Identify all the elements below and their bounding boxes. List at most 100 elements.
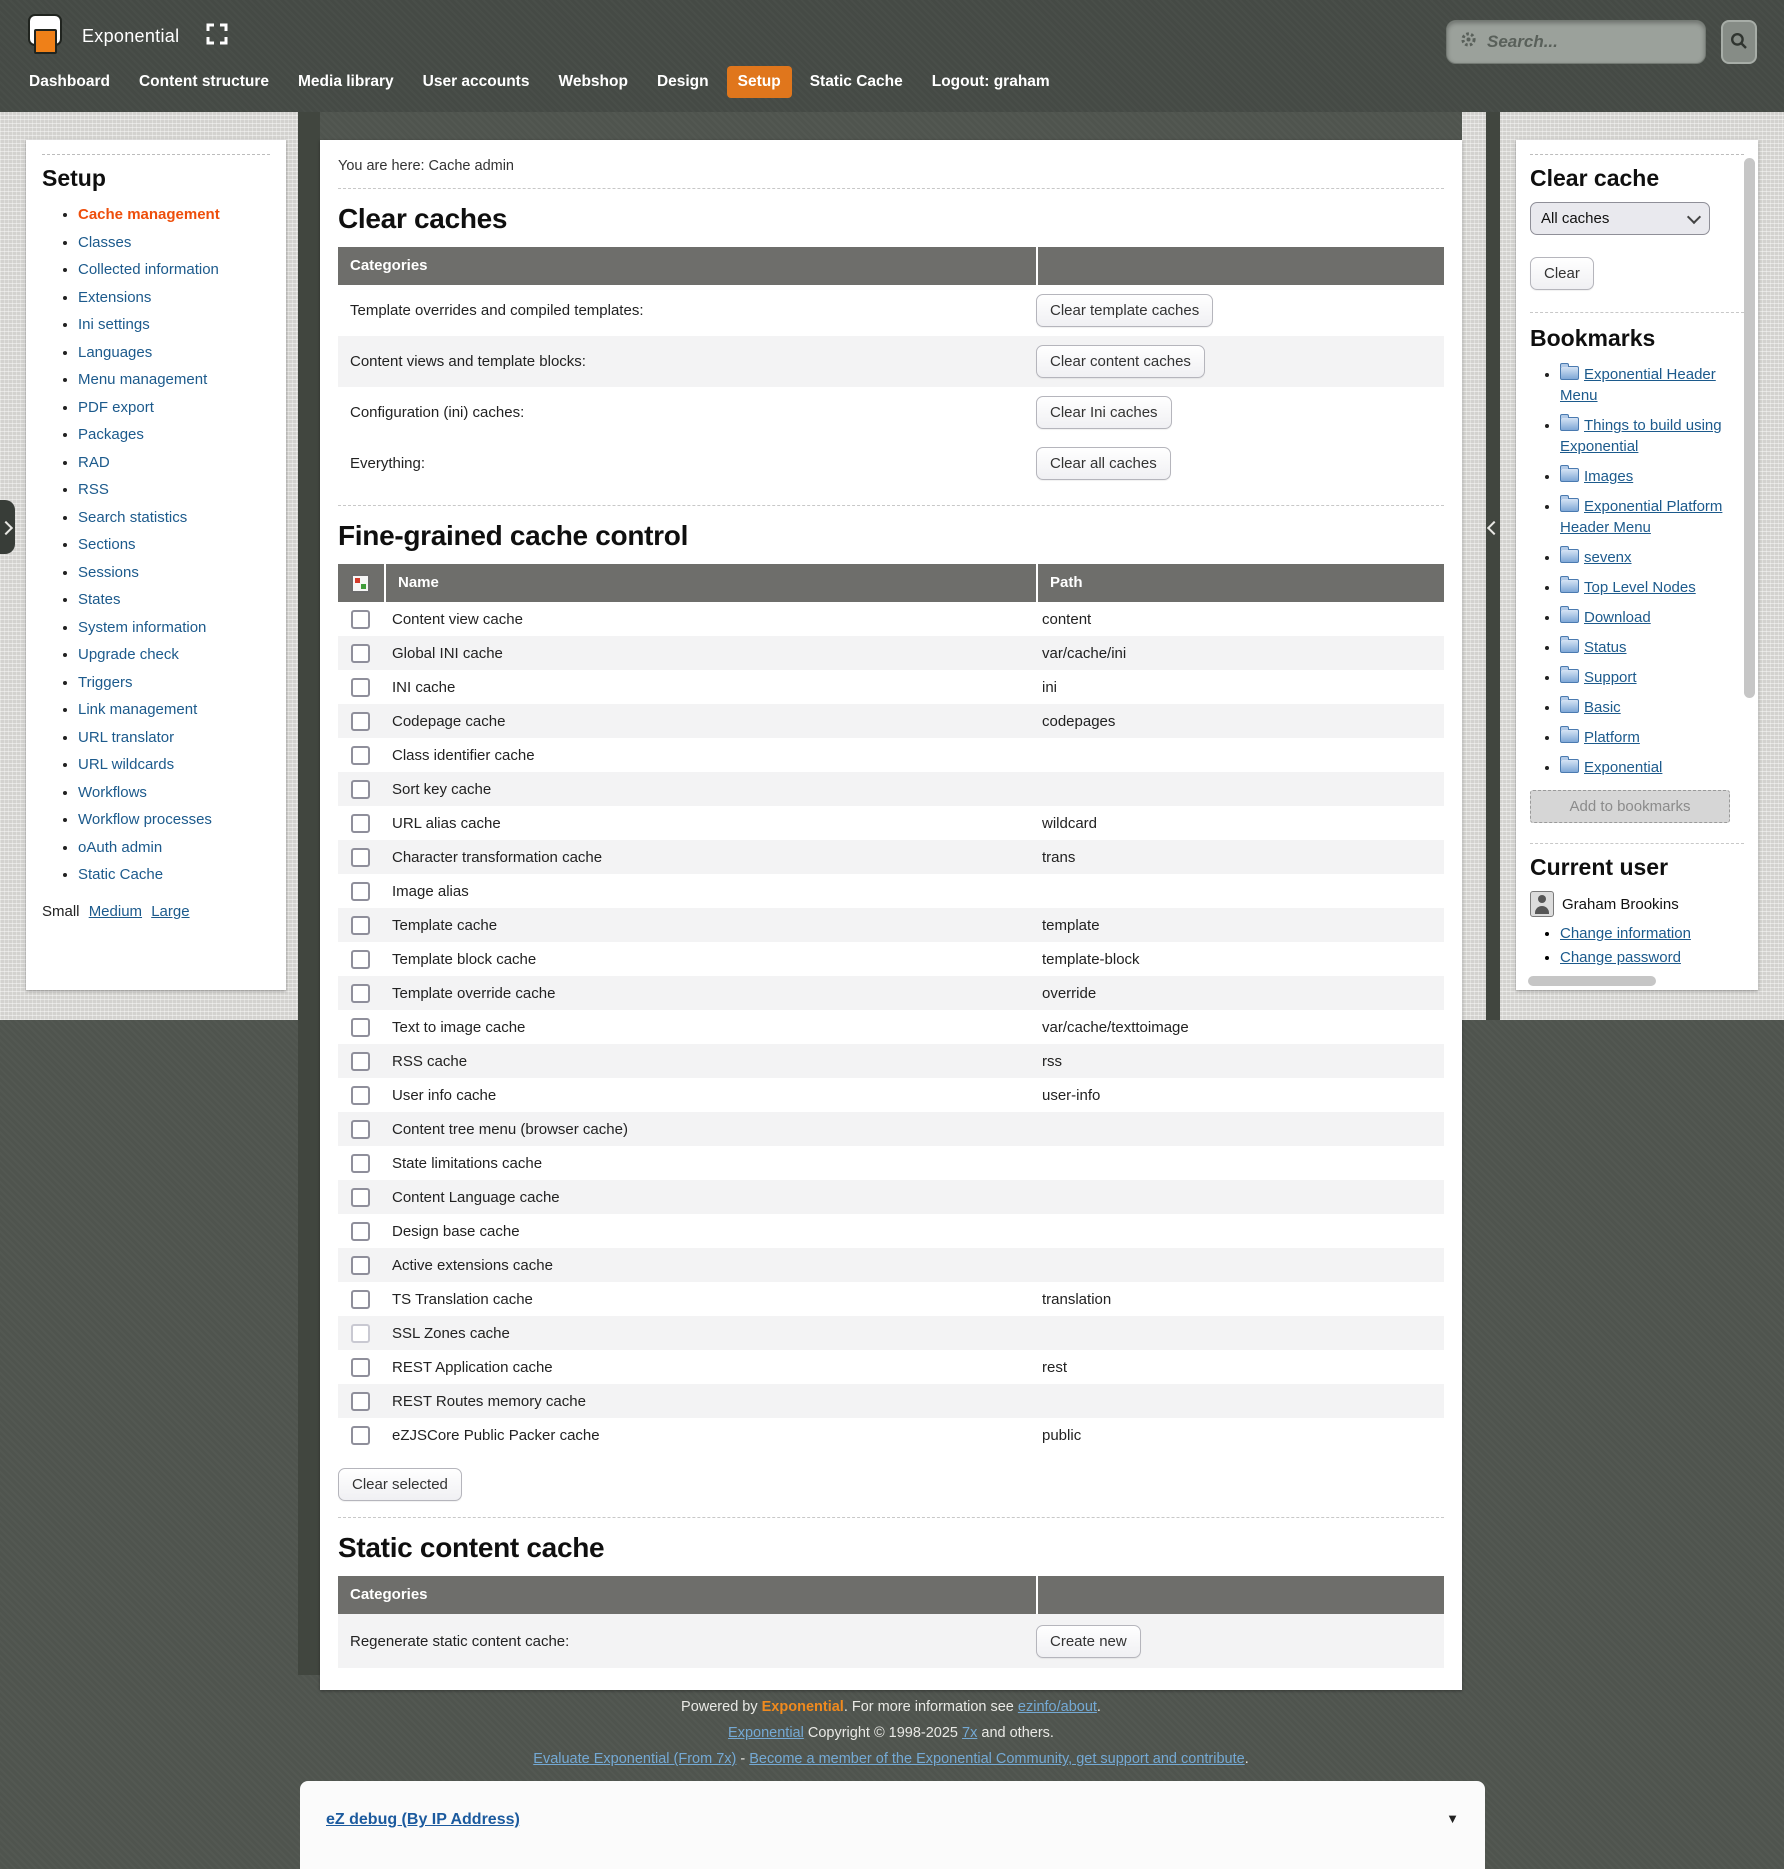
- sidebar-menu-link[interactable]: Classes: [78, 234, 131, 251]
- search-button[interactable]: [1721, 20, 1757, 64]
- sidebar-menu-link[interactable]: Languages: [78, 344, 152, 361]
- row-checkbox[interactable]: [351, 848, 370, 867]
- nav-item[interactable]: User accounts: [412, 66, 541, 98]
- brand-row: Exponential: [26, 16, 229, 56]
- row-checkbox[interactable]: [351, 984, 370, 1003]
- nav-item[interactable]: Logout: graham: [921, 66, 1061, 98]
- ez-debug-title-link[interactable]: eZ debug (By IP Address): [326, 1811, 520, 1828]
- sidebar-menu-link[interactable]: Static Cache: [78, 866, 163, 883]
- sidebar-menu-link[interactable]: Sections: [78, 536, 136, 553]
- user-link[interactable]: Change information: [1560, 925, 1691, 942]
- row-checkbox[interactable]: [351, 1358, 370, 1377]
- size-link-large[interactable]: Large: [151, 903, 189, 920]
- row-checkbox[interactable]: [351, 1086, 370, 1105]
- cache-type-select[interactable]: All caches: [1530, 202, 1710, 235]
- nav-item[interactable]: Dashboard: [18, 66, 121, 98]
- vertical-scrollbar-thumb[interactable]: [1744, 158, 1755, 698]
- evaluate-link[interactable]: Evaluate Exponential (From 7x): [533, 1751, 736, 1767]
- sidebar-menu-link[interactable]: RSS: [78, 481, 109, 498]
- row-checkbox[interactable]: [351, 950, 370, 969]
- clear-button[interactable]: Clear: [1530, 257, 1594, 290]
- ezinfo-about-link[interactable]: ezinfo/about: [1018, 1699, 1097, 1715]
- nav-item[interactable]: Content structure: [128, 66, 280, 98]
- sidebar-menu-link[interactable]: Search statistics: [78, 509, 187, 526]
- nav-item[interactable]: Setup: [727, 66, 792, 98]
- row-checkbox[interactable]: [351, 1188, 370, 1207]
- sidebar-menu-link[interactable]: Ini settings: [78, 316, 150, 333]
- bookmark-link[interactable]: Platform: [1584, 729, 1640, 746]
- sidebar-menu-link[interactable]: URL wildcards: [78, 756, 174, 773]
- bookmark-link[interactable]: Support: [1584, 669, 1637, 686]
- sidebar-menu-link[interactable]: Sessions: [78, 564, 139, 581]
- nav-item[interactable]: Design: [646, 66, 720, 98]
- community-link[interactable]: Become a member of the Exponential Commu…: [749, 1751, 1244, 1767]
- row-checkbox[interactable]: [351, 916, 370, 935]
- sidebar-menu-link[interactable]: Packages: [78, 426, 144, 443]
- size-link-medium[interactable]: Medium: [89, 903, 142, 920]
- row-checkbox[interactable]: [351, 1324, 370, 1343]
- clear-cache-button[interactable]: Clear all caches: [1036, 447, 1171, 480]
- nav-item[interactable]: Static Cache: [799, 66, 914, 98]
- bookmark-link[interactable]: Status: [1584, 639, 1627, 656]
- row-checkbox[interactable]: [351, 1290, 370, 1309]
- bookmark-link[interactable]: Download: [1584, 609, 1651, 626]
- row-checkbox[interactable]: [351, 746, 370, 765]
- sidebar-menu-link[interactable]: PDF export: [78, 399, 154, 416]
- row-checkbox[interactable]: [351, 644, 370, 663]
- nav-item[interactable]: Webshop: [547, 66, 638, 98]
- bookmark-link[interactable]: Images: [1584, 468, 1633, 485]
- clear-selected-button[interactable]: Clear selected: [338, 1468, 462, 1501]
- nav-item[interactable]: Media library: [287, 66, 405, 98]
- sidebar-menu-link[interactable]: RAD: [78, 454, 110, 471]
- sidebar-menu-link[interactable]: Link management: [78, 701, 197, 718]
- exponential-copyright-link[interactable]: Exponential: [728, 1725, 804, 1741]
- fullscreen-icon[interactable]: [205, 22, 229, 51]
- row-checkbox[interactable]: [351, 1154, 370, 1173]
- row-checkbox[interactable]: [351, 678, 370, 697]
- user-link[interactable]: Change password: [1560, 949, 1681, 966]
- row-checkbox[interactable]: [351, 1120, 370, 1139]
- row-checkbox[interactable]: [351, 712, 370, 731]
- row-checkbox[interactable]: [351, 1052, 370, 1071]
- bookmark-link[interactable]: Exponential: [1584, 759, 1662, 776]
- row-checkbox[interactable]: [351, 1392, 370, 1411]
- clear-cache-button[interactable]: Clear content caches: [1036, 345, 1205, 378]
- sidebar-menu-link[interactable]: URL translator: [78, 729, 174, 746]
- sidebar-menu-link[interactable]: Triggers: [78, 674, 132, 691]
- search-input[interactable]: Search...: [1446, 20, 1706, 64]
- bookmark-link[interactable]: Top Level Nodes: [1584, 579, 1696, 596]
- sidebar-menu-link[interactable]: System information: [78, 619, 206, 636]
- row-checkbox[interactable]: [351, 814, 370, 833]
- sidebar-menu-link[interactable]: Cache management: [78, 206, 220, 223]
- toggle-select-all-icon[interactable]: [351, 574, 370, 593]
- sidebar-menu-link[interactable]: Extensions: [78, 289, 151, 306]
- sidebar-menu-link[interactable]: Workflow processes: [78, 811, 212, 828]
- create-new-button[interactable]: Create new: [1036, 1625, 1141, 1658]
- bookmark-link[interactable]: Things to build using Exponential: [1560, 417, 1722, 455]
- row-checkbox[interactable]: [351, 1426, 370, 1445]
- bookmark-link[interactable]: sevenx: [1584, 549, 1632, 566]
- clear-cache-button[interactable]: Clear template caches: [1036, 294, 1213, 327]
- row-checkbox[interactable]: [351, 1222, 370, 1241]
- exponential-link[interactable]: Exponential: [762, 1699, 844, 1715]
- debug-collapse-icon[interactable]: ▼: [1446, 1811, 1459, 1826]
- sidebar-menu-link[interactable]: Menu management: [78, 371, 207, 388]
- cache-path: trans: [1034, 849, 1444, 866]
- row-checkbox[interactable]: [351, 882, 370, 901]
- bookmark-link[interactable]: Exponential Header Menu: [1560, 366, 1716, 404]
- sidebar-menu-link[interactable]: Workflows: [78, 784, 147, 801]
- sidebar-menu-item: PDF export: [78, 399, 270, 416]
- sidebar-menu-link[interactable]: Collected information: [78, 261, 219, 278]
- 7x-link[interactable]: 7x: [962, 1725, 977, 1741]
- sidebar-menu-link[interactable]: Upgrade check: [78, 646, 179, 663]
- row-checkbox[interactable]: [351, 1018, 370, 1037]
- horizontal-scrollbar-thumb[interactable]: [1528, 976, 1656, 986]
- sidebar-menu-link[interactable]: States: [78, 591, 121, 608]
- bookmark-link[interactable]: Exponential Platform Header Menu: [1560, 498, 1722, 536]
- row-checkbox[interactable]: [351, 610, 370, 629]
- row-checkbox[interactable]: [351, 780, 370, 799]
- clear-cache-button[interactable]: Clear Ini caches: [1036, 396, 1172, 429]
- bookmark-link[interactable]: Basic: [1584, 699, 1621, 716]
- row-checkbox[interactable]: [351, 1256, 370, 1275]
- sidebar-menu-link[interactable]: oAuth admin: [78, 839, 162, 856]
